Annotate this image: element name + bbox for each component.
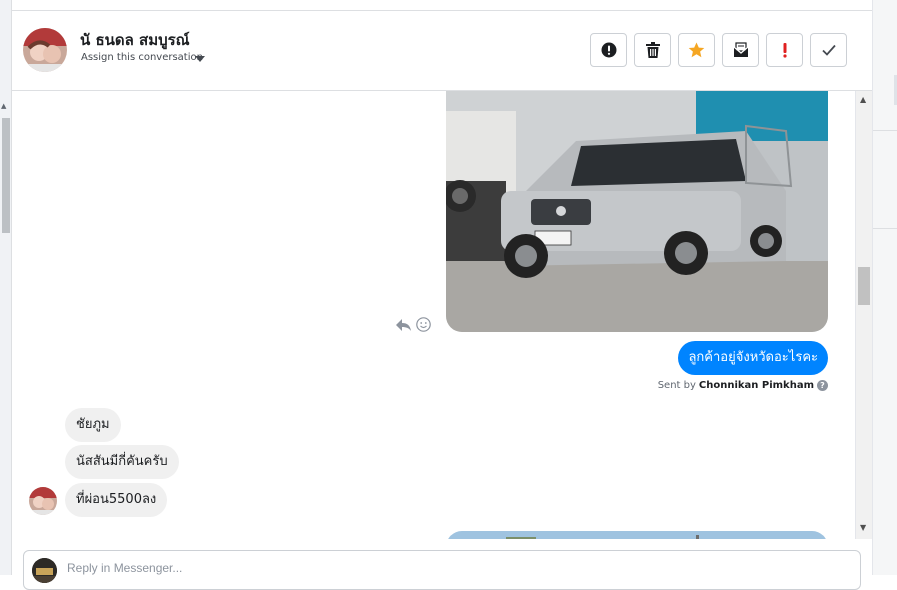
divider <box>873 130 897 131</box>
conversation-actions <box>590 33 847 67</box>
right-pane-edge <box>872 0 897 575</box>
delete-button[interactable] <box>634 33 671 67</box>
checkmark-icon <box>821 44 836 56</box>
left-scrollbar-thumb[interactable] <box>2 118 10 233</box>
left-pane-edge: ▲ <box>0 0 12 575</box>
envelope-icon <box>733 42 748 57</box>
contact-avatar-small[interactable] <box>29 487 57 515</box>
scroll-down-icon[interactable]: ▼ <box>860 523 866 532</box>
incoming-message: นัสสันมีกี่คันครับ <box>65 445 179 479</box>
chevron-down-icon[interactable] <box>195 56 205 62</box>
thread-scrollbar[interactable]: ▲ ▼ <box>855 91 872 539</box>
assign-conversation-link[interactable]: Assign this conversation <box>81 52 203 63</box>
incoming-message: ชัยภูม <box>65 408 121 442</box>
trash-icon <box>645 42 660 58</box>
left-scroll-up-icon[interactable]: ▲ <box>1 102 6 110</box>
message-reactions <box>395 317 431 332</box>
contact-avatar[interactable] <box>23 28 67 72</box>
mark-done-button[interactable] <box>810 33 847 67</box>
sent-by-line: Sent by Chonnikan Pimkham ? <box>658 380 828 391</box>
image-attachment[interactable] <box>446 91 828 332</box>
top-strip <box>12 0 872 11</box>
page-avatar <box>32 558 57 583</box>
message-thread: ลูกค้าอยู่จังหวัดอะไรคะ Sent by Chonnika… <box>12 91 855 539</box>
star-button[interactable] <box>678 33 715 67</box>
sent-by-prefix: Sent by <box>657 380 696 391</box>
star-icon <box>688 42 705 58</box>
reply-area <box>12 539 872 590</box>
reply-box[interactable] <box>23 550 861 590</box>
scroll-up-icon[interactable]: ▲ <box>860 95 866 104</box>
exclamation-icon <box>782 43 787 58</box>
scrollbar-thumb[interactable] <box>858 267 870 305</box>
sender-name[interactable]: Chonnikan Pimkham <box>699 380 814 391</box>
conversation-header: นั ธนดล สมบูรณ์ Assign this conversation <box>12 11 872 91</box>
outgoing-message: ลูกค้าอยู่จังหวัดอะไรคะ <box>678 341 828 375</box>
mark-unread-button[interactable] <box>722 33 759 67</box>
smiley-icon[interactable] <box>416 317 431 332</box>
help-icon[interactable]: ? <box>817 380 828 391</box>
follow-up-button[interactable] <box>766 33 803 67</box>
reply-icon[interactable] <box>395 318 412 332</box>
image-attachment[interactable] <box>446 531 828 539</box>
divider <box>873 228 897 229</box>
exclamation-circle-icon <box>601 42 616 58</box>
incoming-message: ที่ผ่อน5500ลง <box>65 483 168 517</box>
reply-input[interactable] <box>67 561 567 575</box>
contact-name: นั ธนดล สมบูรณ์ <box>80 31 190 49</box>
report-button[interactable] <box>590 33 627 67</box>
